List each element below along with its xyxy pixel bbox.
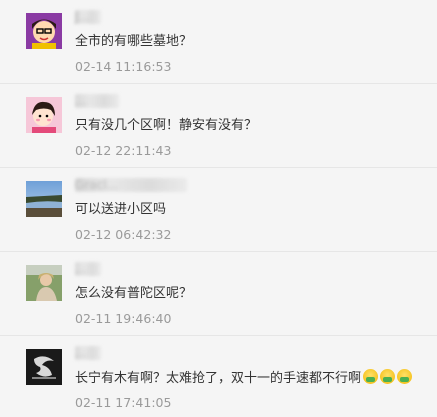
comment-time: 02-12 06:42:32 [75, 227, 172, 242]
avatar[interactable] [26, 265, 62, 301]
comment-time: 02-14 11:16:53 [75, 59, 172, 74]
comment-item: Gracl... 可以送进小区吗 02-12 06:42:32 [0, 168, 437, 252]
user-name[interactable]: ... [75, 346, 101, 360]
mask-face-emoji-icon [363, 369, 379, 384]
avatar[interactable] [26, 181, 62, 217]
comment-text: 长宁有木有啊？太难抢了，双十一的手速都不行啊 [75, 369, 413, 388]
comment-text: 怎么没有普陀区呢？ [75, 286, 193, 301]
comment-list: J... 全市的有哪些墓地？ 02-14 11:16:53 ... 只有没几个区… [0, 0, 437, 417]
comment-time: 02-11 17:41:05 [75, 395, 172, 410]
comment-text: 全市的有哪些墓地？ [75, 34, 193, 49]
comment-item: ... 只有没几个区啊！静安有没有？ 02-12 22:11:43 [0, 84, 437, 168]
user-name[interactable]: ... [75, 94, 119, 108]
mask-face-emoji-icon [380, 369, 396, 384]
comment-text: 可以送进小区吗 [75, 202, 167, 217]
avatar[interactable] [26, 349, 62, 385]
avatar[interactable] [26, 97, 62, 133]
comment-item: J... 全市的有哪些墓地？ 02-14 11:16:53 [0, 0, 437, 84]
user-name[interactable]: J... [75, 10, 101, 24]
comment-time: 02-11 19:46:40 [75, 311, 172, 326]
comment-time: 02-12 22:11:43 [75, 143, 172, 158]
comment-text-content: 长宁有木有啊？太难抢了，双十一的手速都不行啊 [75, 371, 362, 386]
user-name[interactable]: Gracl... [75, 178, 187, 192]
comment-text: 只有没几个区啊！静安有没有？ [75, 118, 258, 133]
comment-item: ... 怎么没有普陀区呢？ 02-11 19:46:40 [0, 252, 437, 336]
user-name[interactable]: ... [75, 262, 101, 276]
comment-item: ... 长宁有木有啊？太难抢了，双十一的手速都不行啊 02-11 17:41:0… [0, 336, 437, 417]
mask-face-emoji-icon [397, 369, 413, 384]
avatar[interactable] [26, 13, 62, 49]
